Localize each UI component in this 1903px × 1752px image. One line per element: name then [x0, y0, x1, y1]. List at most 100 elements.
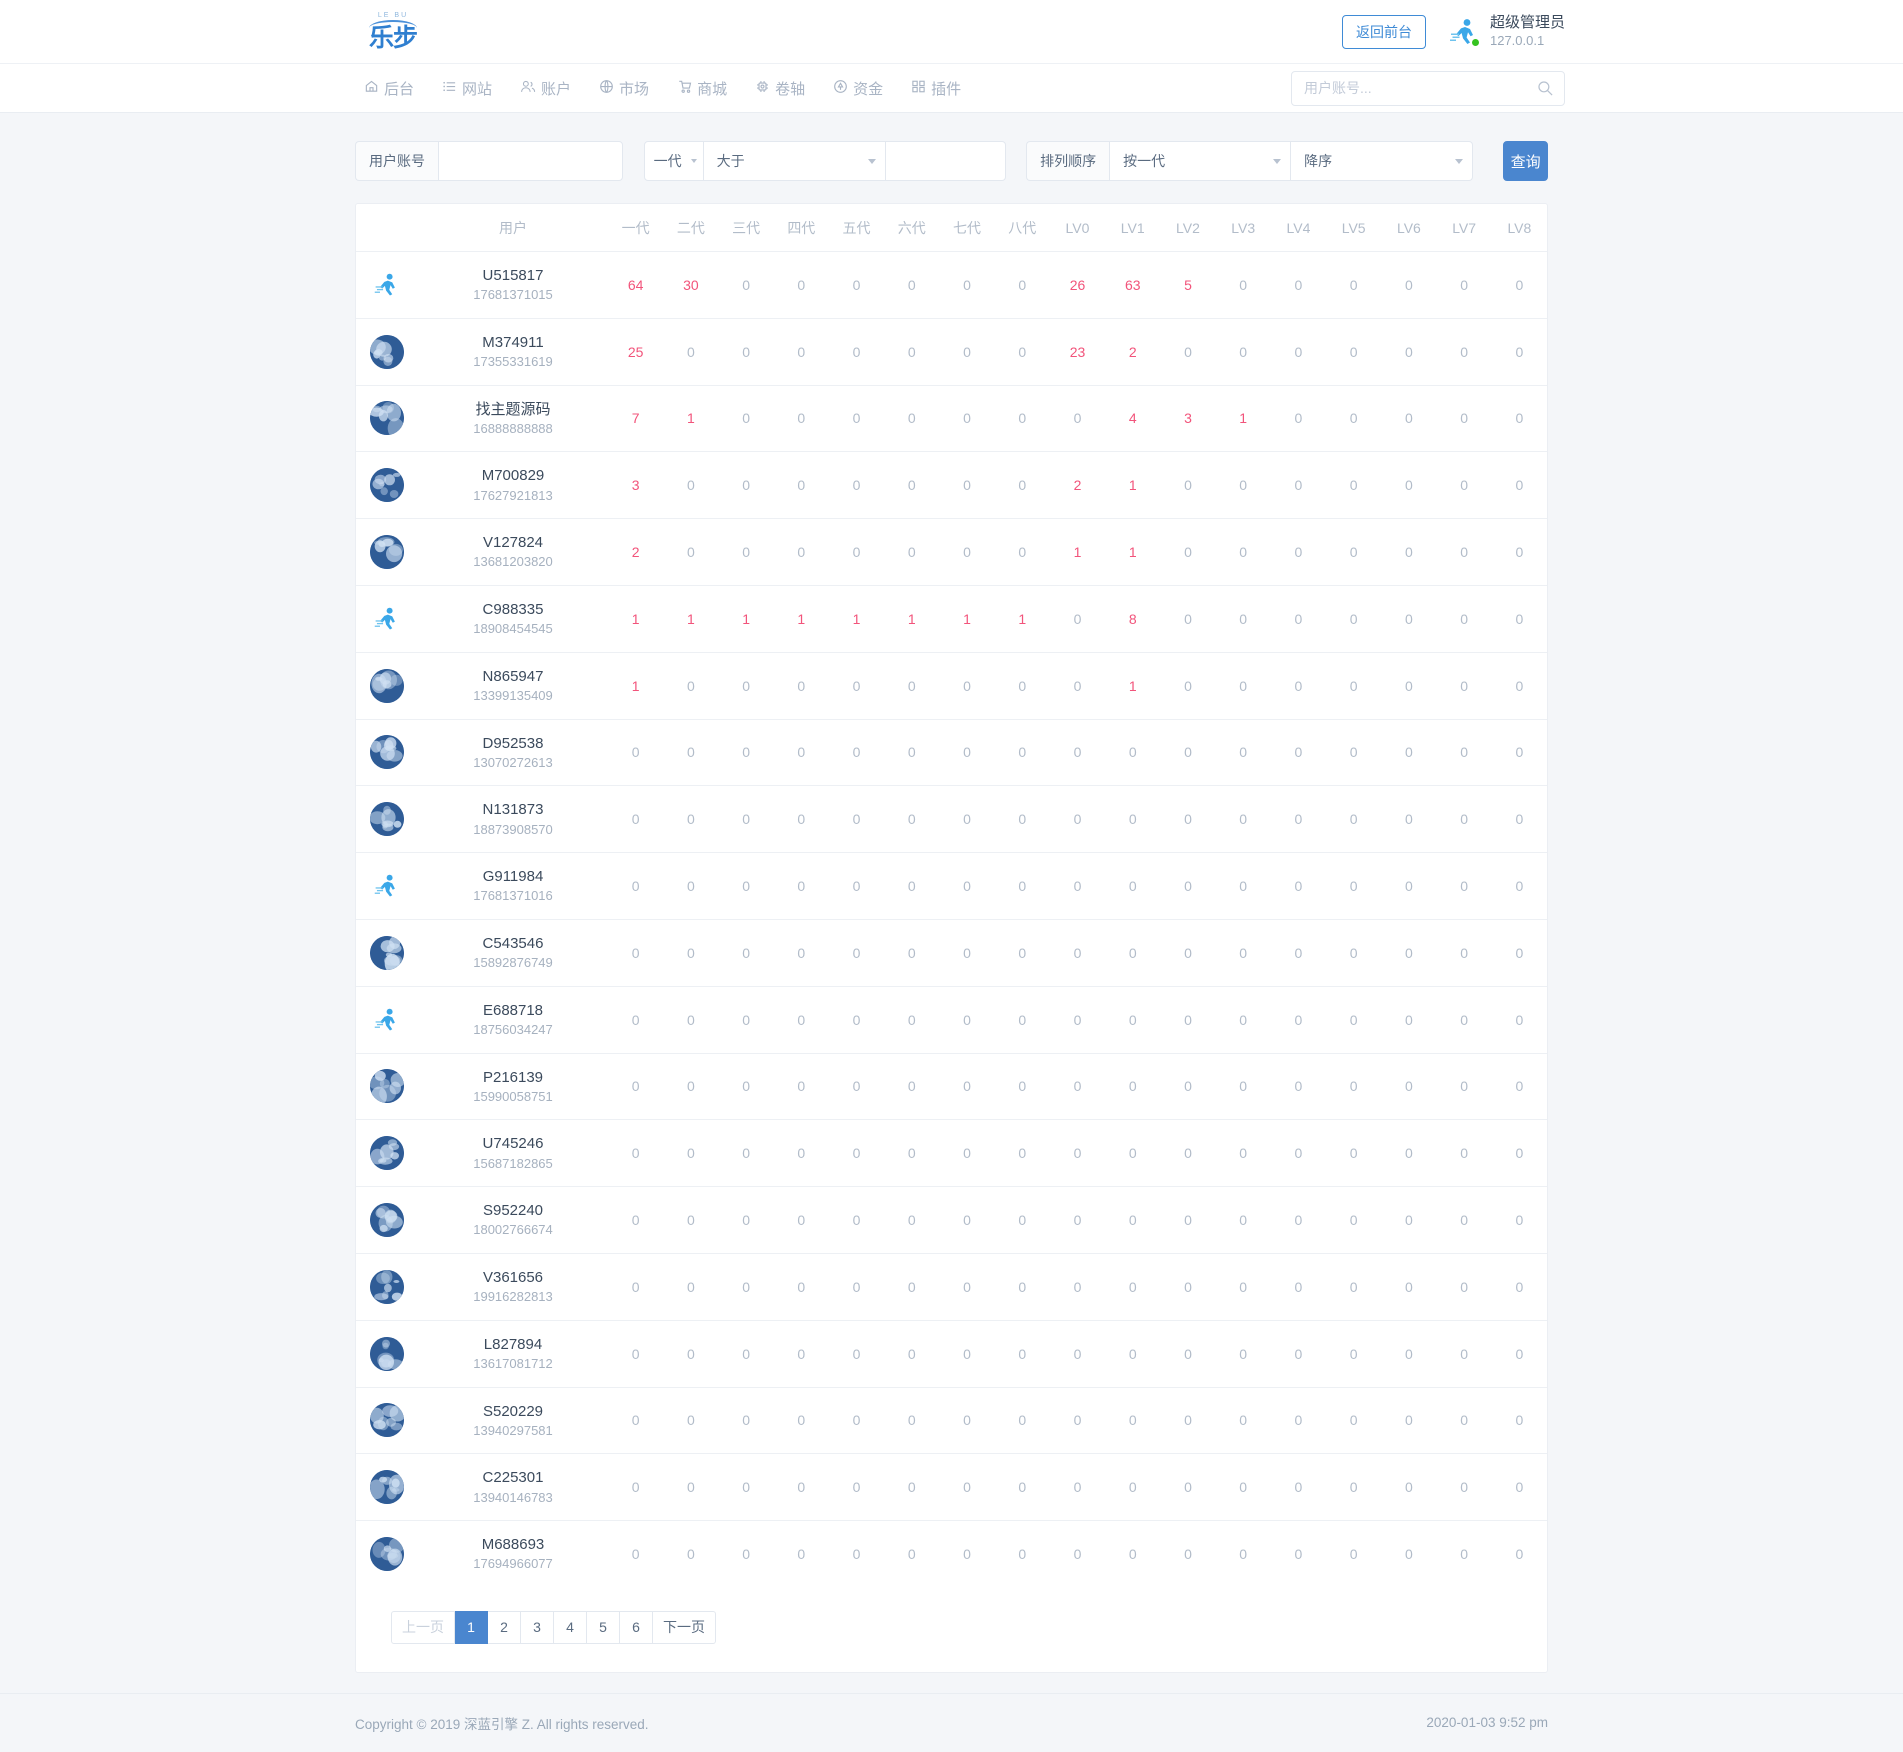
row-user-cell[interactable]: D952538 13070272613	[418, 719, 608, 787]
row-value-LV5: 0	[1326, 986, 1382, 1054]
row-value-七代: 0	[939, 1186, 995, 1254]
nav-item-plugins[interactable]: 插件	[897, 78, 975, 99]
row-user-cell[interactable]: N131873 18873908570	[418, 785, 608, 854]
table-row[interactable]: G911984 17681371016 0 0 0 0 0 0 0 0 0 0 0 0 0 0 0 0 0	[356, 852, 1547, 920]
query-button[interactable]: 查询	[1503, 141, 1549, 181]
row-value-八代: 0	[994, 318, 1050, 386]
nav-item-website[interactable]: 网站	[428, 78, 506, 99]
table-row[interactable]: M374911 17355331619 25 0 0 0 0 0 0 0 23 2 0 0 0 0 0 0 0	[356, 318, 1547, 386]
comparison-value-input[interactable]	[885, 141, 1006, 181]
table-row[interactable]: S520229 13940297581 0 0 0 0 0 0 0 0 0 0 0 0 0 0 0 0 0	[356, 1387, 1547, 1455]
row-user-cell[interactable]: U745246 15687182865	[418, 1119, 608, 1188]
row-value-三代: 0	[718, 986, 774, 1054]
table-row[interactable]: V127824 13681203820 2 0 0 0 0 0 0 0 1 1 0 0 0 0 0 0 0	[356, 518, 1547, 586]
row-user-cell[interactable]: C988335 18908454545	[418, 585, 608, 653]
nav-item-mall[interactable]: 商城	[663, 78, 741, 99]
row-user-name: V127824	[482, 534, 544, 552]
pagination-page-3[interactable]: 3	[521, 1610, 554, 1644]
pagination-page-1[interactable]: 1	[455, 1610, 488, 1644]
row-value-二代: 1	[663, 385, 719, 453]
row-value-LV7: 0	[1436, 1053, 1492, 1121]
row-user-cell[interactable]: U515817 17681371015	[418, 251, 608, 319]
table-row[interactable]: N865947 13399135409 1 0 0 0 0 0 0 0 0 1 0 0 0 0 0 0 0	[356, 652, 1547, 720]
pagination-page-4[interactable]: 4	[554, 1610, 587, 1644]
row-value-LV0: 0	[1049, 785, 1106, 854]
row-value-LV4: 0	[1270, 451, 1327, 520]
row-user-cell[interactable]: G911984 17681371016	[418, 852, 608, 920]
table-row[interactable]: U515817 17681371015 64 30 0 0 0 0 0 0 26 63 5 0 0 0 0 0 0	[356, 251, 1547, 319]
copyright-text: Copyright © 2019 深蓝引擎 Z. All rights rese…	[355, 1716, 649, 1732]
chevron-down-icon	[867, 159, 876, 164]
table-row[interactable]: U745246 15687182865 0 0 0 0 0 0 0 0 0 0 0 0 0 0 0 0 0	[356, 1119, 1547, 1188]
row-value-LV2: 0	[1160, 585, 1216, 653]
table-row[interactable]: M688693 17694966077 0 0 0 0 0 0 0 0 0 0 0 0 0 0 0 0 0	[356, 1521, 1547, 1587]
row-user-cell[interactable]: M700829 17627921813	[418, 451, 608, 520]
pagination-page-6[interactable]: 6	[620, 1610, 653, 1644]
pagination-page-5[interactable]: 5	[587, 1610, 620, 1644]
row-user-cell[interactable]: M688693 17694966077	[418, 1521, 608, 1587]
column-header-user: 用户	[418, 204, 608, 252]
table-row[interactable]: L827894 13617081712 0 0 0 0 0 0 0 0 0 0 0 0 0 0 0 0 0	[356, 1320, 1547, 1388]
table-row[interactable]: M700829 17627921813 3 0 0 0 0 0 0 0 2 1 0 0 0 0 0 0 0	[356, 451, 1547, 520]
table-row[interactable]: P216139 15990058751 0 0 0 0 0 0 0 0 0 0 0 0 0 0 0 0 0	[356, 1053, 1547, 1121]
row-user-cell[interactable]: E688718 18756034247	[418, 986, 608, 1054]
top-brand-bar: LE BU 乐步 返回前台 超级管理员 127.0.0.1	[0, 0, 1903, 63]
account-filter-input[interactable]	[438, 141, 623, 181]
row-user-cell[interactable]: V127824 13681203820	[418, 518, 608, 586]
row-user-cell[interactable]: L827894 13617081712	[418, 1320, 608, 1388]
generation-select[interactable]: 一代	[643, 141, 704, 181]
column-header-LV2: LV2	[1160, 204, 1216, 252]
order-by-select[interactable]: 按一代	[1109, 141, 1292, 181]
search-input[interactable]	[1291, 70, 1565, 106]
row-user-cell[interactable]: C225301 13940146783	[418, 1453, 608, 1522]
row-user-cell[interactable]: M374911 17355331619	[418, 318, 608, 386]
table-row[interactable]: C543546 15892876749 0 0 0 0 0 0 0 0 0 0 0 0 0 0 0 0 0	[356, 919, 1547, 987]
pagination-page-2[interactable]: 2	[488, 1610, 521, 1644]
table-row[interactable]: S952240 18002766674 0 0 0 0 0 0 0 0 0 0 0 0 0 0 0 0 0	[356, 1186, 1547, 1254]
row-user-phone: 13617081712	[473, 1356, 553, 1371]
table-row[interactable]: N131873 18873908570 0 0 0 0 0 0 0 0 0 0 0 0 0 0 0 0 0	[356, 785, 1547, 854]
row-user-cell[interactable]: V361656 19916282813	[418, 1253, 608, 1321]
row-value-LV7: 0	[1436, 518, 1492, 586]
comparison-select[interactable]: 大于	[703, 141, 886, 181]
table-row[interactable]: V361656 19916282813 0 0 0 0 0 0 0 0 0 0 0 0 0 0 0 0 0	[356, 1253, 1547, 1321]
row-value-八代: 0	[994, 1387, 1050, 1455]
table-row[interactable]: 找主题源码 16888888888 7 1 0 0 0 0 0 0 0 4 3 1 0 0 0 0 0	[356, 385, 1547, 453]
row-user-cell[interactable]: S520229 13940297581	[418, 1387, 608, 1455]
row-user-cell[interactable]: C543546 15892876749	[418, 919, 608, 987]
nav-item-market[interactable]: 市场	[585, 78, 663, 99]
row-value-五代: 0	[828, 785, 885, 854]
grid-icon	[911, 79, 926, 98]
order-direction-select[interactable]: 降序	[1291, 141, 1474, 181]
row-value-LV1: 0	[1105, 1320, 1161, 1388]
row-user-cell[interactable]: 找主题源码 16888888888	[418, 385, 608, 453]
table-row[interactable]: C225301 13940146783 0 0 0 0 0 0 0 0 0 0 0 0 0 0 0 0 0	[356, 1453, 1547, 1522]
row-value-四代: 0	[773, 1320, 829, 1388]
table-row[interactable]: E688718 18756034247 0 0 0 0 0 0 0 0 0 0 0 0 0 0 0 0 0	[356, 986, 1547, 1054]
row-user-cell[interactable]: P216139 15990058751	[418, 1053, 608, 1121]
return-to-frontend-button[interactable]: 返回前台	[1341, 14, 1426, 49]
current-user-block[interactable]: 超级管理员 127.0.0.1	[1448, 14, 1565, 49]
row-value-二代: 0	[663, 1453, 719, 1522]
row-value-八代: 0	[994, 1453, 1050, 1522]
row-value-一代: 0	[631, 1546, 640, 1563]
table-row[interactable]: C988335 18908454545 1 1 1 1 1 1 1 1 0 8 0 0 0 0 0 0 0	[356, 585, 1547, 653]
nav-item-funds[interactable]: 资金	[819, 78, 897, 99]
nav-item-account[interactable]: 账户	[506, 78, 585, 99]
row-user-cell[interactable]: S952240 18002766674	[418, 1186, 608, 1254]
brand-logo[interactable]: LE BU 乐步	[369, 12, 418, 51]
row-value-LV2: 0	[1160, 719, 1216, 787]
row-value-LV8: 0	[1515, 1546, 1524, 1563]
row-user-cell[interactable]: N865947 13399135409	[418, 652, 608, 720]
row-value-五代: 0	[828, 1387, 885, 1455]
pagination-next[interactable]: 下一页	[653, 1610, 716, 1644]
nav-item-scroll[interactable]: 卷轴	[741, 78, 819, 99]
row-value-LV1: 4	[1105, 385, 1161, 453]
main-navbar: 后台 网站 账户 市场 商城 卷轴 资金 插件 用户账号...	[0, 63, 1903, 113]
nav-label: 市场	[619, 80, 650, 98]
row-value-五代: 0	[828, 1253, 885, 1321]
row-value-LV3: 0	[1215, 1053, 1271, 1121]
table-row[interactable]: D952538 13070272613 0 0 0 0 0 0 0 0 0 0 0 0 0 0 0 0 0	[356, 719, 1547, 787]
row-user-name: M700829	[481, 467, 545, 485]
nav-item-backend[interactable]: 后台	[350, 78, 428, 99]
